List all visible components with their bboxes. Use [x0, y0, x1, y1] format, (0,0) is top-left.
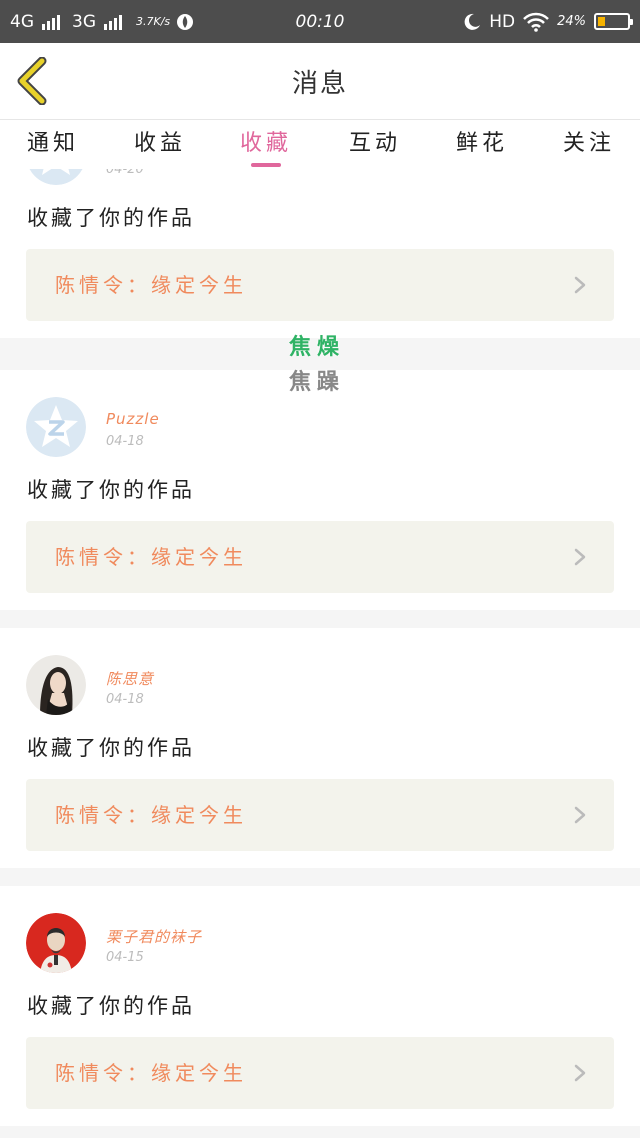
hd-label: HD	[489, 11, 516, 32]
battery-icon	[594, 13, 633, 30]
tab-interactions[interactable]: 互动	[335, 120, 415, 170]
status-bar: 4G 3G 3.7K/s 00:10 HD 24%	[0, 0, 640, 43]
action-text: 收藏了你的作品	[27, 478, 195, 502]
battery-percent: 24%	[557, 14, 586, 29]
username[interactable]: Puzzle	[106, 410, 160, 428]
date: 04-20	[106, 169, 144, 177]
chevron-right-icon	[574, 1064, 586, 1082]
clock: 00:10	[295, 11, 345, 32]
tab-favorites[interactable]: 收藏	[226, 120, 306, 170]
username[interactable]: 陈思意	[106, 668, 154, 689]
header: 消息	[0, 43, 640, 119]
tab-label: 互动	[348, 131, 401, 156]
work-title: 陈情令：缘定今生	[55, 1061, 247, 1085]
data-flow-icon	[177, 13, 194, 30]
watermark: 焦燥 焦躁	[289, 330, 353, 400]
work-title: 陈情令：缘定今生	[55, 545, 247, 569]
active-tab-indicator	[251, 163, 281, 167]
network-speed: 3.7K/s	[136, 15, 171, 28]
tab-following[interactable]: 关注	[549, 120, 629, 170]
work-title: 陈情令：缘定今生	[55, 803, 247, 827]
work-link[interactable]: 陈情令：缘定今生	[26, 521, 614, 593]
user-avatar[interactable]	[26, 655, 86, 715]
date: 04-15	[106, 950, 144, 965]
tab-label: 关注	[562, 131, 615, 156]
network-4g-label: 4G	[10, 11, 34, 32]
list-item: 04-20 收藏了你的作品 陈情令：缘定今生	[0, 169, 640, 338]
moon-icon	[464, 13, 481, 30]
list-item: Puzzle 04-18 收藏了你的作品 陈情令：缘定今生	[0, 370, 640, 610]
tab-label: 通知	[26, 131, 79, 156]
watermark-line-1: 焦燥	[289, 335, 346, 360]
default-avatar-icon[interactable]	[26, 397, 86, 457]
action-text: 收藏了你的作品	[27, 736, 195, 760]
signal-icon	[42, 14, 60, 30]
list-item: 栗子君的袜子 04-15 收藏了你的作品 陈情令：缘定今生	[0, 886, 640, 1126]
tab-flowers[interactable]: 鲜花	[442, 120, 522, 170]
tab-label: 收藏	[239, 131, 292, 156]
signal-icon	[104, 14, 122, 30]
chevron-right-icon	[574, 806, 586, 824]
date: 04-18	[106, 434, 144, 449]
date: 04-18	[106, 692, 144, 707]
action-text: 收藏了你的作品	[27, 994, 195, 1018]
list-item: 陈思意 04-18 收藏了你的作品 陈情令：缘定今生	[0, 628, 640, 868]
username[interactable]: 栗子君的袜子	[106, 926, 202, 947]
chevron-right-icon	[574, 548, 586, 566]
tab-notifications[interactable]: 通知	[13, 120, 93, 170]
chevron-right-icon	[574, 276, 586, 294]
message-list[interactable]: 04-20 收藏了你的作品 陈情令：缘定今生 Puzzle 04-18 收藏了你…	[0, 169, 640, 1138]
wifi-icon	[523, 12, 549, 32]
watermark-line-2: 焦躁	[289, 370, 346, 395]
page-title: 消息	[291, 68, 348, 99]
tab-label: 收益	[133, 131, 186, 156]
network-3g-label: 3G	[72, 11, 96, 32]
work-link[interactable]: 陈情令：缘定今生	[26, 1037, 614, 1109]
tab-label: 鲜花	[455, 131, 508, 156]
tab-earnings[interactable]: 收益	[120, 120, 200, 170]
user-avatar[interactable]	[26, 913, 86, 973]
work-link[interactable]: 陈情令：缘定今生	[26, 779, 614, 851]
work-link[interactable]: 陈情令：缘定今生	[26, 249, 614, 321]
work-title: 陈情令：缘定今生	[55, 273, 247, 297]
default-avatar-icon[interactable]	[26, 169, 86, 185]
action-text: 收藏了你的作品	[27, 206, 195, 230]
tab-bar: 通知 收益 收藏 互动 鲜花 关注	[0, 119, 640, 170]
